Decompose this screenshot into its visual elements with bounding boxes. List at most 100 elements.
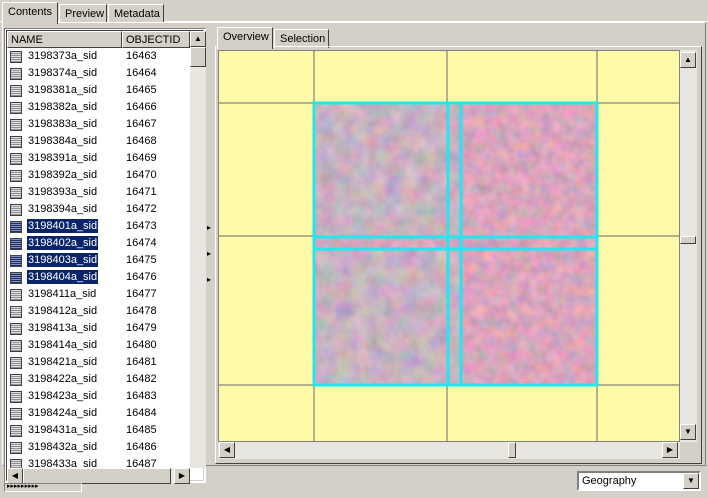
row-objectid-cell: 16471 — [126, 186, 157, 198]
scroll-right-arrow-icon[interactable]: ▶ — [174, 468, 190, 484]
row-objectid-cell: 16486 — [126, 441, 157, 453]
row-name-cell: 3198402a_sid — [27, 236, 99, 250]
tab-contents[interactable]: Contents — [2, 2, 58, 24]
raster-dataset-icon — [10, 136, 22, 148]
table-row[interactable]: 3198403a_sid 16475 — [7, 252, 190, 269]
row-name-cell: 3198413a_sid — [28, 322, 98, 334]
table-row[interactable]: 3198424a_sid 16484 — [7, 405, 190, 422]
column-header-objectid[interactable]: OBJECTID — [122, 31, 190, 48]
row-objectid-cell: 16485 — [126, 424, 157, 436]
table-row[interactable]: 3198413a_sid 16479 — [7, 320, 190, 337]
tab-preview[interactable]: Preview — [59, 4, 107, 23]
raster-dataset-icon — [10, 374, 22, 386]
scroll-thumb[interactable] — [190, 47, 206, 67]
scroll-left-arrow-icon[interactable]: ◀ — [219, 442, 235, 458]
scroll-up-arrow-icon[interactable]: ▲ — [680, 52, 696, 68]
table-row[interactable]: 3198421a_sid 16481 — [7, 354, 190, 371]
tab-metadata[interactable]: Metadata — [108, 4, 164, 23]
table-row[interactable]: 3198383a_sid 16467 — [7, 116, 190, 133]
table-row[interactable]: 3198433a_sid 16487 — [7, 456, 190, 468]
row-name-cell: 3198404a_sid — [25, 269, 100, 285]
row-objectid-cell: 16473 — [126, 220, 157, 232]
row-name-cell: 3198431a_sid — [28, 424, 98, 436]
raster-dataset-icon — [10, 85, 22, 97]
raster-imagery — [314, 103, 597, 385]
table-row[interactable]: 3198423a_sid 16483 — [7, 388, 190, 405]
raster-dataset-icon — [10, 102, 22, 114]
map-overview[interactable] — [218, 50, 680, 442]
vertical-scrollbar[interactable]: ▲ — [190, 31, 206, 468]
row-objectid-cell: 16463 — [126, 50, 157, 62]
horizontal-scrollbar[interactable]: ◀ ▶ — [7, 468, 190, 484]
tab-overview[interactable]: Overview — [217, 27, 273, 49]
table-viewport: NAME OBJECTID 3198373a_sid 16463 3198374a_… — [6, 30, 206, 484]
raster-dataset-icon — [10, 323, 22, 335]
table-row[interactable]: 3198404a_sid 16476 — [7, 269, 190, 286]
row-objectid-cell: 16464 — [126, 67, 157, 79]
raster-dataset-icon — [10, 170, 22, 182]
raster-dataset-icon — [10, 119, 22, 131]
table-row[interactable]: 3198382a_sid 16466 — [7, 99, 190, 116]
table-row[interactable]: 3198401a_sid 16473 — [7, 218, 190, 235]
map-canvas[interactable] — [219, 51, 680, 442]
row-name-cell: 3198391a_sid — [28, 152, 98, 164]
row-objectid-cell: 16483 — [126, 390, 157, 402]
map-scroll-thumb-vertical[interactable] — [680, 236, 696, 244]
row-objectid-cell: 16478 — [126, 305, 157, 317]
bottom-scroll-indicator[interactable]: ▸▸▸▸▸▸▸▸▸ — [4, 483, 82, 492]
table-row[interactable]: 3198381a_sid 16465 — [7, 82, 190, 99]
row-objectid-cell: 16479 — [126, 322, 157, 334]
row-name-cell: 3198401a_sid — [27, 219, 99, 233]
map-horizontal-scrollbar[interactable]: ◀ ▶ — [218, 442, 680, 459]
display-type-select[interactable]: Geography ▼ — [577, 471, 701, 491]
scroll-down-arrow-icon[interactable]: ▼ — [680, 424, 696, 440]
scroll-thumb-horizontal[interactable] — [23, 468, 171, 484]
row-objectid-cell: 16481 — [126, 356, 157, 368]
table-row[interactable]: 3198431a_sid 16485 — [7, 422, 190, 439]
row-objectid-cell: 16475 — [126, 254, 157, 266]
row-name-cell: 3198432a_sid — [28, 441, 98, 453]
raster-dataset-icon — [10, 221, 22, 233]
splitter-arrow-icon: ▸ — [207, 249, 212, 258]
map-vertical-scrollbar[interactable]: ▲ ▼ — [680, 50, 697, 442]
table-row[interactable]: 3198422a_sid 16482 — [7, 371, 190, 388]
row-name-cell: 3198382a_sid — [28, 101, 98, 113]
row-name-cell: 3198374a_sid — [28, 67, 98, 79]
row-name-cell: 3198421a_sid — [28, 356, 98, 368]
raster-dataset-icon — [10, 459, 22, 468]
contents-table: NAME OBJECTID 3198373a_sid 16463 3198374a_… — [4, 28, 206, 484]
raster-dataset-icon — [10, 391, 22, 403]
row-name-cell: 3198433a_sid — [28, 458, 98, 468]
row-objectid-cell: 16469 — [126, 152, 157, 164]
row-name-cell: 3198383a_sid — [28, 118, 98, 130]
map-scroll-thumb-horizontal[interactable] — [508, 442, 516, 458]
row-objectid-cell: 16474 — [126, 237, 157, 249]
table-rows: 3198373a_sid 16463 3198374a_sid 16464 319838… — [7, 48, 190, 468]
raster-dataset-icon — [10, 272, 22, 284]
table-row[interactable]: 3198391a_sid 16469 — [7, 150, 190, 167]
table-row[interactable]: 3198393a_sid 16471 — [7, 184, 190, 201]
row-objectid-cell: 16466 — [126, 101, 157, 113]
row-name-cell: 3198394a_sid — [28, 203, 98, 215]
row-name-cell: 3198424a_sid — [28, 407, 98, 419]
table-row[interactable]: 3198402a_sid 16474 — [7, 235, 190, 252]
column-header-name[interactable]: NAME — [7, 31, 122, 48]
table-row[interactable]: 3198414a_sid 16480 — [7, 337, 190, 354]
table-row[interactable]: 3198432a_sid 16486 — [7, 439, 190, 456]
scroll-up-arrow-icon[interactable]: ▲ — [190, 31, 206, 47]
table-row[interactable]: 3198384a_sid 16468 — [7, 133, 190, 150]
raster-dataset-icon — [10, 153, 22, 165]
scroll-right-arrow-icon[interactable]: ▶ — [662, 442, 678, 458]
table-row[interactable]: 3198374a_sid 16464 — [7, 65, 190, 82]
table-row[interactable]: 3198412a_sid 16478 — [7, 303, 190, 320]
scroll-left-arrow-icon[interactable]: ◀ — [7, 468, 23, 484]
table-row[interactable]: 3198392a_sid 16470 — [7, 167, 190, 184]
raster-dataset-icon — [10, 357, 22, 369]
table-row[interactable]: 3198394a_sid 16472 — [7, 201, 190, 218]
table-row[interactable]: 3198373a_sid 16463 — [7, 48, 190, 65]
table-row[interactable]: 3198411a_sid 16477 — [7, 286, 190, 303]
chevron-down-icon[interactable]: ▼ — [683, 473, 699, 489]
panel-splitter[interactable]: ▸ ▸ ▸ — [206, 220, 214, 286]
row-name-cell: 3198373a_sid — [28, 50, 98, 62]
row-name-cell: 3198403a_sid — [27, 253, 99, 267]
